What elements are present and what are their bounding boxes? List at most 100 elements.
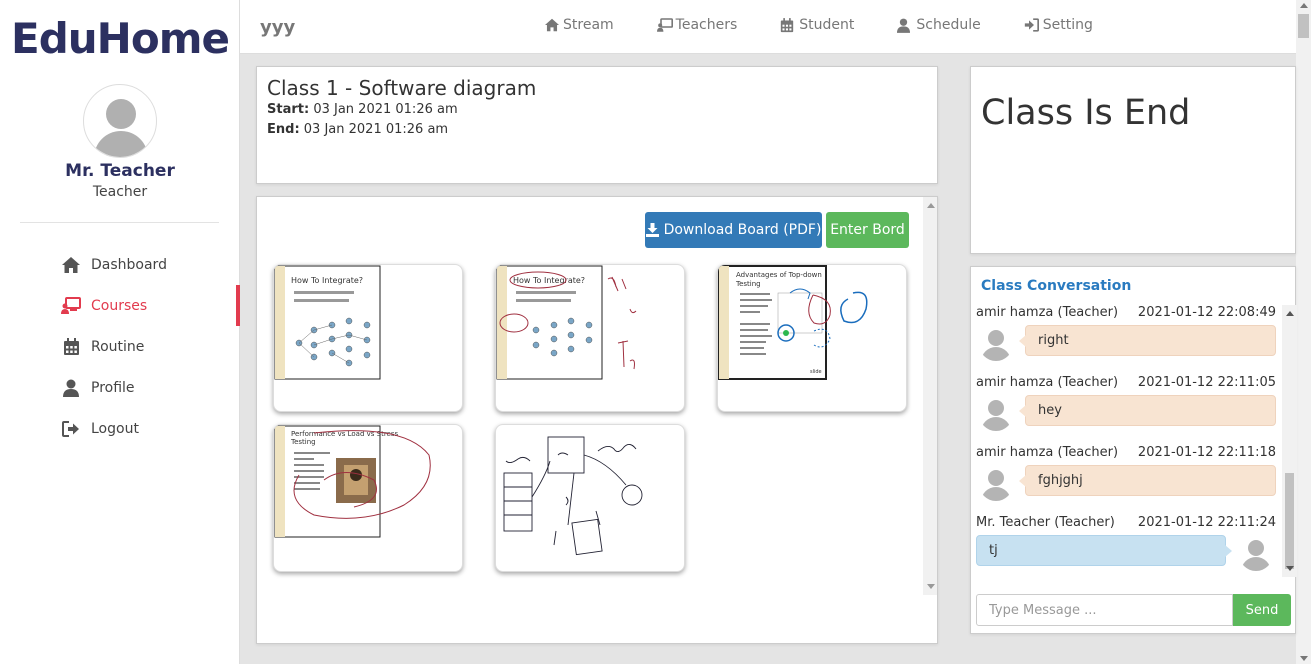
- home-icon: [61, 255, 81, 275]
- scroll-up-arrow-icon[interactable]: [1286, 311, 1294, 316]
- start-label: Start:: [267, 102, 310, 117]
- courses-icon: [61, 296, 81, 316]
- scroll-down-arrow-icon[interactable]: [1286, 566, 1294, 571]
- slide-image: How To Integrate?: [274, 265, 381, 380]
- scroll-thumb[interactable]: [1285, 473, 1294, 569]
- chat-message-list[interactable]: amir hamza (Teacher) 2021-01-12 22:08:49…: [971, 305, 1283, 577]
- home-icon: [544, 17, 560, 33]
- sidebar-item-label: Profile: [91, 379, 135, 396]
- chat-message: amir hamza (Teacher) 2021-01-12 22:11:18…: [971, 445, 1283, 515]
- board-slide-thumbnail[interactable]: How To Integrate?: [495, 264, 685, 412]
- enter-board-button[interactable]: Enter Bord: [826, 212, 909, 248]
- chat-header: Class Conversation: [981, 278, 1132, 294]
- user-icon: [897, 17, 913, 33]
- user-icon: [61, 378, 81, 398]
- class-status-text: Class Is End: [981, 93, 1191, 133]
- class-info-card: Class 1 - Software diagram Start: 03 Jan…: [256, 66, 938, 184]
- class-start: Start: 03 Jan 2021 01:26 am: [267, 102, 458, 117]
- sidebar-item-label: Dashboard: [91, 256, 167, 273]
- sidebar-item-label: Routine: [91, 338, 145, 355]
- svg-text:Testing: Testing: [290, 438, 316, 446]
- board-card: Download Board (PDF) Enter Bord How To I…: [256, 196, 938, 644]
- sidebar-item-label: Logout: [91, 420, 139, 437]
- tab-label: Stream: [563, 17, 614, 33]
- tab-setting[interactable]: Setting: [1024, 17, 1093, 33]
- sidebar-item-label: Courses: [91, 297, 148, 314]
- tab-schedule[interactable]: Schedule: [897, 17, 981, 33]
- message-input[interactable]: [976, 594, 1233, 626]
- chat-message: amir hamza (Teacher) 2021-01-12 22:08:49…: [971, 305, 1283, 375]
- message-time: 2021-01-12 22:11:18: [1137, 445, 1276, 460]
- message-time: 2021-01-12 22:11:05: [1137, 375, 1276, 390]
- avatar: [979, 467, 1013, 501]
- tab-label: Setting: [1042, 17, 1093, 33]
- avatar: [979, 397, 1013, 431]
- sidebar-item-routine[interactable]: Routine: [0, 326, 240, 367]
- chat-message: Mr. Teacher (Teacher) 2021-01-12 22:11:2…: [971, 515, 1283, 577]
- slide-image: How To Integrate?: [496, 265, 637, 380]
- user-name: Mr. Teacher: [65, 161, 175, 181]
- message-time: 2021-01-12 22:11:24: [1137, 515, 1276, 530]
- message-bubble: right: [1019, 325, 1276, 356]
- top-navbar: yyy Stream Teachers Student Schedule Set…: [240, 0, 1296, 54]
- sidebar: EduHome Mr. Teacher Teacher Dashboard Co…: [0, 0, 240, 664]
- sidebar-item-profile[interactable]: Profile: [0, 367, 240, 408]
- tab-student[interactable]: Student: [780, 17, 854, 33]
- sidebar-nav: Dashboard Courses Routine Profile Logout: [0, 244, 240, 449]
- top-nav: Stream Teachers Student Schedule Setting: [544, 17, 1136, 33]
- sign-in-icon: [1024, 17, 1040, 33]
- scroll-down-arrow-icon[interactable]: [927, 584, 935, 589]
- tab-teachers[interactable]: Teachers: [656, 17, 738, 33]
- slide-image: [503, 436, 643, 556]
- tab-label: Schedule: [916, 17, 981, 33]
- send-button[interactable]: Send: [1233, 594, 1291, 626]
- slide-image: Performance vs Load vs Stress Testing: [274, 425, 431, 538]
- end-label: End:: [267, 122, 300, 137]
- message-sender: amir hamza (Teacher): [976, 445, 1119, 460]
- message-bubble: hey: [1019, 395, 1276, 426]
- scroll-thumb[interactable]: [1298, 14, 1309, 38]
- sidebar-divider: [20, 222, 219, 223]
- board-scrollbar[interactable]: [923, 197, 937, 595]
- start-value: 03 Jan 2021 01:26 am: [313, 102, 458, 117]
- class-status-card: Class Is End: [970, 66, 1296, 254]
- calendar-icon: [780, 17, 796, 33]
- tab-label: Teachers: [675, 17, 738, 33]
- avatar: [1239, 537, 1273, 571]
- board-slide-thumbnail[interactable]: How To Integrate?: [273, 264, 463, 412]
- class-title: Class 1 - Software diagram: [267, 76, 537, 100]
- scroll-down-arrow-icon[interactable]: [1300, 656, 1308, 661]
- board-slide-thumbnail[interactable]: Advantages of Top-down Testing slide: [717, 264, 907, 412]
- message-sender: Mr. Teacher (Teacher): [976, 515, 1115, 530]
- svg-text:slide: slide: [810, 369, 822, 375]
- logout-icon: [61, 419, 81, 439]
- message-bubble: fghjghj: [1019, 465, 1276, 496]
- chat-message: amir hamza (Teacher) 2021-01-12 22:11:05…: [971, 375, 1283, 445]
- class-end: End: 03 Jan 2021 01:26 am: [267, 122, 448, 137]
- page-title: yyy: [260, 17, 296, 38]
- tab-stream[interactable]: Stream: [544, 17, 614, 33]
- slide-image: Advantages of Top-down Testing slide: [718, 265, 868, 380]
- app-logo: EduHome: [11, 14, 230, 63]
- tab-label: Student: [799, 17, 855, 33]
- chat-card: Class Conversation amir hamza (Teacher) …: [970, 266, 1297, 634]
- sidebar-item-dashboard[interactable]: Dashboard: [0, 244, 240, 285]
- scroll-up-arrow-icon[interactable]: [927, 203, 935, 208]
- svg-text:How To Integrate?: How To Integrate?: [291, 276, 363, 285]
- message-time: 2021-01-12 22:08:49: [1137, 305, 1276, 320]
- board-slide-thumbnail[interactable]: [495, 424, 685, 572]
- page-scrollbar[interactable]: [1296, 0, 1311, 664]
- end-value: 03 Jan 2021 01:26 am: [303, 122, 449, 137]
- download-icon: [645, 223, 659, 237]
- sidebar-item-logout[interactable]: Logout: [0, 408, 240, 449]
- scroll-up-arrow-icon[interactable]: [1300, 3, 1308, 8]
- chat-scrollbar[interactable]: [1282, 305, 1297, 577]
- sidebar-item-courses[interactable]: Courses: [0, 285, 240, 326]
- avatar: [979, 327, 1013, 361]
- user-role: Teacher: [92, 184, 148, 200]
- avatar: [83, 84, 157, 158]
- download-board-button[interactable]: Download Board (PDF): [645, 212, 822, 248]
- message-sender: amir hamza (Teacher): [976, 305, 1119, 320]
- board-slide-thumbnail[interactable]: Performance vs Load vs Stress Testing: [273, 424, 463, 572]
- calendar-icon: [61, 337, 81, 357]
